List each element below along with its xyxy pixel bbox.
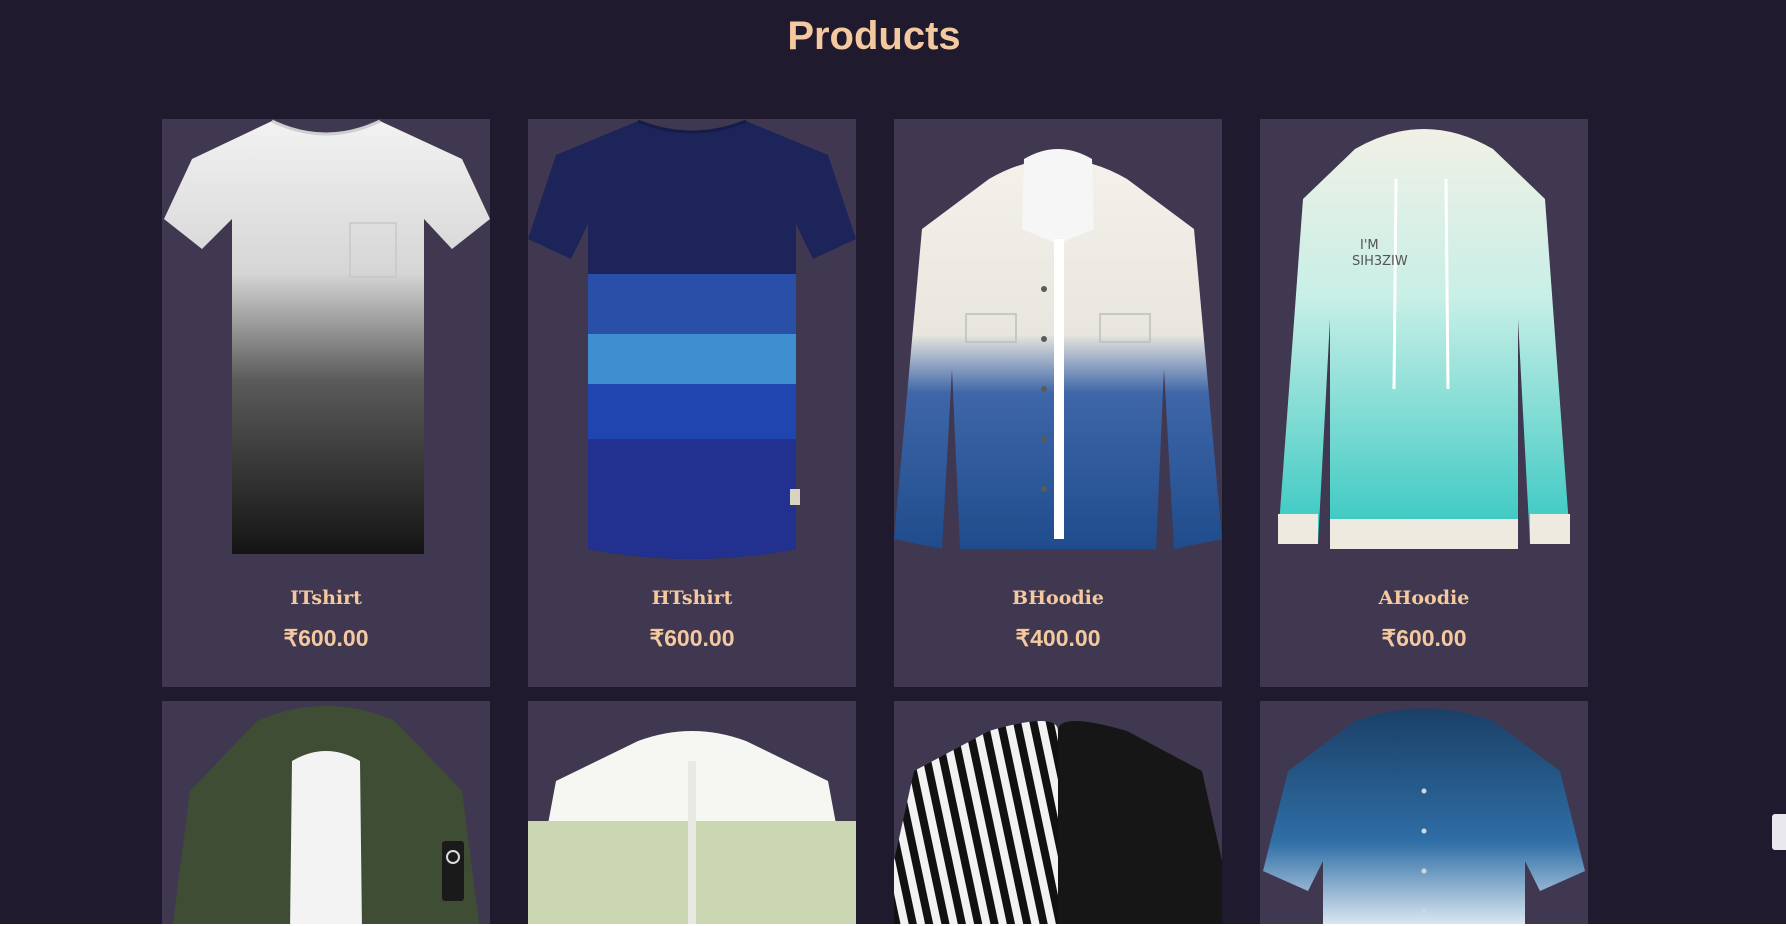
olive-green-jacket-icon — [172, 706, 480, 926]
product-card-itshirt[interactable]: ITshirt ₹600.00 — [162, 119, 490, 687]
product-card[interactable] — [528, 701, 856, 926]
svg-text:SIH3ZIW: SIH3ZIW — [1352, 254, 1408, 269]
striped-blue-tshirt-icon — [528, 119, 856, 559]
product-image[interactable] — [894, 701, 1222, 926]
product-image[interactable] — [528, 119, 856, 579]
gradient-white-black-tshirt-icon — [164, 119, 490, 554]
product-card[interactable] — [162, 701, 490, 926]
svg-text:I'M: I'M — [1360, 238, 1379, 253]
product-price: ₹600.00 — [1381, 625, 1467, 651]
product-name[interactable]: BHoodie — [894, 587, 1222, 609]
product-name[interactable]: HTshirt — [528, 587, 856, 609]
product-image[interactable] — [162, 701, 490, 926]
white-sage-shirt-icon — [528, 731, 856, 926]
products-page: Products ITshirt ₹600.00 HTshirt ₹600.00… — [0, 0, 1786, 926]
product-image[interactable]: I'M SIH3ZIW — [1260, 119, 1588, 579]
product-image[interactable] — [894, 119, 1222, 579]
white-blue-denim-jacket-icon — [894, 149, 1222, 549]
scroll-to-top-button[interactable] — [1772, 814, 1786, 850]
product-card-htshirt[interactable]: HTshirt ₹600.00 — [528, 119, 856, 687]
blue-gradient-shirt-icon — [1263, 708, 1585, 926]
product-card[interactable] — [1260, 701, 1588, 926]
product-image[interactable] — [1260, 701, 1588, 926]
product-card-ahoodie[interactable]: I'M SIH3ZIW AHoodie ₹600.00 — [1260, 119, 1588, 687]
product-price: ₹600.00 — [649, 625, 735, 651]
product-image[interactable] — [528, 701, 856, 926]
page-title: Products — [787, 14, 961, 58]
product-name[interactable]: ITshirt — [162, 587, 490, 609]
product-card[interactable] — [894, 701, 1222, 926]
product-price: ₹400.00 — [1015, 625, 1101, 651]
product-grid: ITshirt ₹600.00 HTshirt ₹600.00 BHoodie … — [162, 119, 1588, 926]
white-aqua-hoodie-icon: I'M SIH3ZIW — [1278, 129, 1570, 549]
product-card-bhoodie[interactable]: BHoodie ₹400.00 — [894, 119, 1222, 687]
striped-black-shirt-icon — [894, 721, 1222, 926]
product-image[interactable] — [162, 119, 490, 579]
product-name[interactable]: AHoodie — [1260, 587, 1588, 609]
product-price: ₹600.00 — [283, 625, 369, 651]
